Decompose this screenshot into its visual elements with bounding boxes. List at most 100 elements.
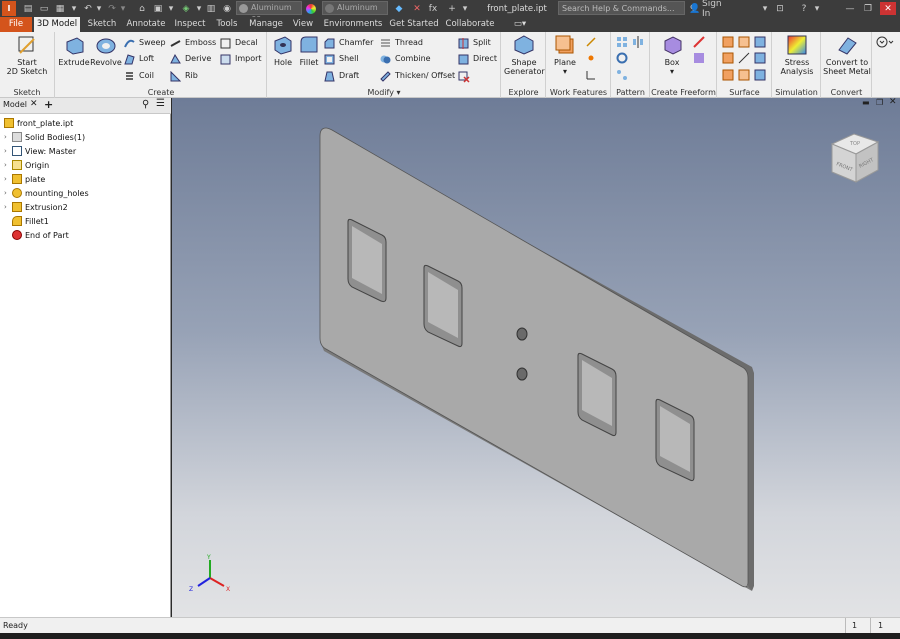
stress-analysis-button[interactable]: Stress Analysis [775, 34, 819, 76]
circular-pattern-icon[interactable] [616, 52, 628, 64]
tab-3d-model[interactable]: 3D Model [34, 17, 80, 32]
tab-manage[interactable]: Manage [246, 17, 286, 32]
update-icon[interactable]: ▣ [152, 2, 164, 15]
fillet-button[interactable]: Fillet [296, 34, 322, 67]
graphics-viewport[interactable]: ▬ ❐ ✕ TOP FRONT RIGHT Y X Z [172, 97, 900, 617]
app-logo-icon[interactable]: I [2, 1, 16, 16]
browser-add-tab-button[interactable]: + [44, 98, 53, 111]
redo-icon[interactable]: ↷ [106, 2, 118, 15]
restore-icon[interactable]: ❐ [861, 2, 875, 15]
convert-to-sheet-metal-button[interactable]: Convert to Sheet Metal [822, 34, 872, 76]
tab-view[interactable]: View [290, 17, 316, 32]
help-icon[interactable]: ? [797, 2, 811, 15]
delete-face-icon[interactable] [458, 71, 470, 83]
tree-item-plate[interactable]: › plate [4, 173, 45, 186]
rib-button[interactable]: Rib [170, 69, 198, 83]
expand-icon[interactable]: › [4, 159, 11, 172]
plane-button[interactable]: Plane ▾ [549, 34, 581, 76]
browser-tab-model[interactable]: Model [3, 100, 27, 109]
ribbon-options-icon[interactable]: ▭▾ [510, 17, 530, 32]
undo-dropdown-icon[interactable]: ▾ [94, 2, 104, 15]
patch-icon[interactable] [754, 36, 766, 48]
redo-dropdown-icon[interactable]: ▾ [118, 2, 128, 15]
save-icon[interactable]: ▦ [54, 2, 66, 15]
layers-icon[interactable]: ▥ [205, 2, 217, 15]
ribbon-minimize-icon[interactable] [876, 36, 894, 48]
color-wheel-icon[interactable]: ◉ [221, 2, 233, 15]
new-file-icon[interactable]: ▤ [22, 2, 34, 15]
import-button[interactable]: Import [220, 52, 262, 66]
adjust-icon[interactable]: ◆ [392, 2, 406, 15]
group-label-modify[interactable]: Modify ▾ [268, 88, 500, 97]
search-input[interactable]: Search Help & Commands... [558, 1, 685, 15]
rectangular-pattern-icon[interactable] [616, 36, 628, 48]
thicken-offset-button[interactable]: Thicken/ Offset [380, 69, 455, 83]
tree-item-extrusion2[interactable]: › Extrusion2 [4, 201, 68, 214]
part-model[interactable] [172, 98, 900, 617]
sweep-button[interactable]: Sweep [124, 36, 166, 50]
select-icon[interactable]: ◈ [180, 2, 192, 15]
shape-generator-button[interactable]: Shape Generator [504, 34, 545, 76]
repair-bodies-icon[interactable] [754, 69, 766, 81]
tab-file[interactable]: File [0, 17, 32, 32]
replace-face-icon[interactable] [722, 69, 734, 81]
clear-appearance-icon[interactable]: ✕ [410, 2, 424, 15]
help-dropdown-icon[interactable]: ▾ [812, 2, 822, 15]
axis-icon[interactable] [585, 36, 597, 48]
freeform-convert-icon[interactable] [693, 52, 705, 64]
sign-in-dropdown-icon[interactable]: ▾ [760, 2, 770, 15]
extend-icon[interactable] [738, 52, 750, 64]
tab-tools[interactable]: Tools [212, 17, 242, 32]
tab-sketch[interactable]: Sketch [84, 17, 120, 32]
expand-icon[interactable]: › [4, 145, 11, 158]
material-combo[interactable]: Aluminum 60 [236, 1, 302, 24]
boundary-patch-icon[interactable] [754, 52, 766, 64]
cart-icon[interactable]: ⊡ [773, 2, 787, 15]
tree-root[interactable]: front_plate.ipt [4, 117, 73, 130]
start-2d-sketch-button[interactable]: Start 2D Sketch [4, 34, 50, 76]
tab-inspect[interactable]: Inspect [172, 17, 208, 32]
mounting-hole-1[interactable] [516, 327, 528, 341]
home-icon[interactable]: ⌂ [136, 2, 148, 15]
hole-button[interactable]: Hole [270, 34, 296, 67]
mirror-icon[interactable] [632, 36, 644, 48]
sketch-pattern-icon[interactable] [616, 69, 628, 81]
tree-item-solid-bodies[interactable]: › Solid Bodies(1) [4, 131, 85, 144]
thread-button[interactable]: Thread [380, 36, 423, 50]
draft-button[interactable]: Draft [324, 69, 359, 83]
browser-search-icon[interactable]: ⚲ [142, 99, 149, 110]
coil-button[interactable]: Coil [124, 69, 154, 83]
tab-get-started[interactable]: Get Started [388, 17, 440, 32]
browser-tab-close-icon[interactable]: ✕ [30, 99, 38, 109]
expand-icon[interactable]: › [4, 187, 11, 200]
tab-environments[interactable]: Environments [322, 17, 384, 32]
derive-button[interactable]: Derive [170, 52, 211, 66]
split-button[interactable]: Split [458, 36, 491, 50]
freeform-box-button[interactable]: Box ▾ [657, 34, 687, 76]
mounting-hole-2[interactable] [516, 367, 528, 381]
delete-face-surface-icon[interactable] [738, 69, 750, 81]
update-dropdown-icon[interactable]: ▾ [166, 2, 176, 15]
expand-icon[interactable]: › [4, 173, 11, 186]
select-dropdown-icon[interactable]: ▾ [194, 2, 204, 15]
shell-button[interactable]: Shell [324, 52, 359, 66]
open-folder-icon[interactable]: ▭ [38, 2, 50, 15]
tree-item-fillet1[interactable]: Fillet1 [12, 215, 49, 228]
appearance-combo[interactable]: Aluminum [322, 1, 388, 15]
add-icon[interactable]: + [446, 2, 458, 15]
minimize-icon[interactable]: — [843, 2, 857, 15]
combine-button[interactable]: Combine [380, 52, 431, 66]
work-point-icon[interactable] [585, 52, 597, 64]
parameters-icon[interactable]: fx [426, 2, 440, 15]
plate-face[interactable] [319, 127, 749, 588]
tree-item-origin[interactable]: › Origin [4, 159, 49, 172]
customize-dropdown-icon[interactable]: ▾ [460, 2, 470, 15]
appearance-ball-icon[interactable] [304, 2, 318, 15]
expand-icon[interactable]: › [4, 201, 11, 214]
box-dropdown-icon[interactable]: ▾ [657, 67, 687, 76]
plane-dropdown-icon[interactable]: ▾ [549, 67, 581, 76]
save-dropdown-icon[interactable]: ▾ [68, 2, 80, 15]
tree-item-mounting-holes[interactable]: › mounting_holes [4, 187, 89, 200]
view-cube[interactable]: TOP FRONT RIGHT [828, 128, 884, 188]
revolve-button[interactable]: Revolve [90, 34, 122, 67]
